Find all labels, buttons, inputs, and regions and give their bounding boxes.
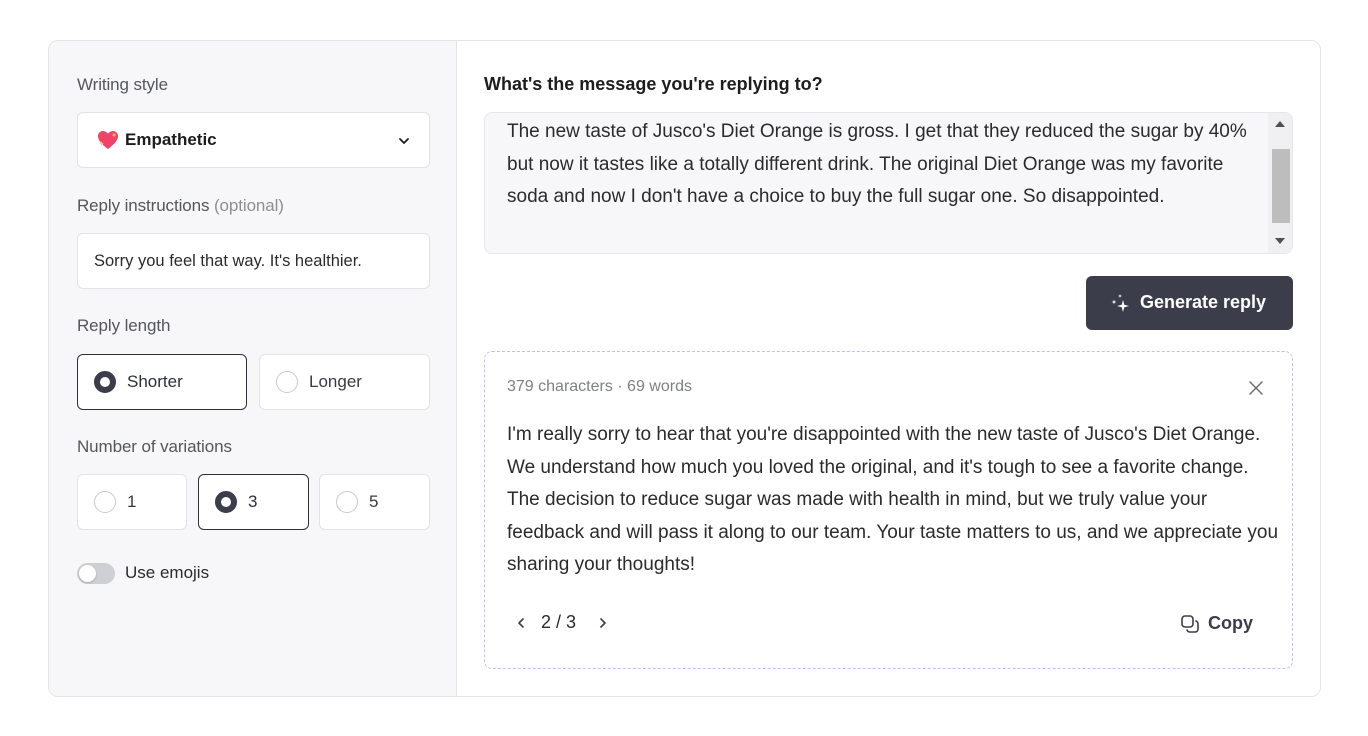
radio-selected-icon (215, 491, 237, 513)
variations-label: Number of variations (77, 437, 232, 456)
radio-unselected-icon (336, 491, 358, 513)
radio-selected-icon (94, 371, 116, 393)
option-label: 5 (369, 492, 379, 511)
scroll-up-arrow-icon[interactable] (1275, 121, 1285, 127)
variations-option-1[interactable]: 1 (77, 474, 187, 530)
writing-style-label: Writing style (77, 75, 168, 94)
scroll-down-arrow-icon[interactable] (1275, 238, 1285, 244)
reply-instructions-label-text: Reply instructions (77, 196, 210, 215)
option-label: Shorter (127, 372, 183, 391)
use-emojis-toggle[interactable] (77, 563, 115, 584)
reply-instructions-label: Reply instructions (optional) (77, 196, 284, 216)
reply-stats: 379 characters · 69 words (507, 378, 692, 395)
optional-hint: (optional) (214, 196, 284, 215)
generated-reply-card: 379 characters · 69 words I'm really sor… (484, 351, 1293, 669)
radio-unselected-icon (276, 371, 298, 393)
sparkling-heart-icon (98, 131, 118, 149)
generate-reply-label: Generate reply (1140, 292, 1267, 312)
radio-unselected-icon (94, 491, 116, 513)
scroll-thumb[interactable] (1272, 149, 1290, 223)
close-icon[interactable] (1248, 380, 1264, 396)
reply-text: I'm really sorry to hear that you're dis… (507, 424, 1279, 575)
message-scrollbar[interactable] (1268, 113, 1292, 253)
reply-instructions-input[interactable] (78, 234, 429, 288)
variations-option-5[interactable]: 5 (319, 474, 430, 530)
reply-length-shorter-option[interactable]: Shorter (77, 354, 247, 410)
use-emojis-label: Use emojis (125, 563, 210, 582)
toggle-knob (79, 565, 96, 582)
chevron-down-icon (399, 138, 409, 144)
writing-style-value: Empathetic (125, 130, 217, 149)
option-label: 1 (127, 492, 137, 511)
copy-label: Copy (1208, 613, 1253, 633)
copy-button[interactable]: Copy (1180, 612, 1260, 636)
variation-counter: 2 / 3 (541, 612, 577, 632)
option-label: Longer (309, 372, 362, 391)
variations-option-3[interactable]: 3 (198, 474, 309, 530)
chevron-left-icon[interactable] (513, 614, 529, 632)
reply-instructions-field[interactable] (77, 233, 430, 289)
reply-length-longer-option[interactable]: Longer (259, 354, 430, 410)
writing-style-select[interactable]: Empathetic (77, 112, 430, 168)
message-question-heading: What's the message you're replying to? (484, 74, 823, 94)
reply-generator-app: Writing style Empathetic Reply instructi… (48, 40, 1321, 697)
generate-reply-button[interactable]: Generate reply (1086, 276, 1293, 330)
option-label: 3 (248, 492, 258, 511)
main-panel: What's the message you're replying to? T… (457, 41, 1320, 696)
message-textarea[interactable]: The new taste of Jusco's Diet Orange is … (484, 112, 1293, 254)
reply-length-label: Reply length (77, 316, 171, 335)
copy-icon (1181, 615, 1199, 633)
sparkles-icon (1111, 294, 1129, 312)
settings-sidebar: Writing style Empathetic Reply instructi… (49, 41, 457, 696)
chevron-right-icon[interactable] (595, 614, 611, 632)
message-text[interactable]: The new taste of Jusco's Diet Orange is … (507, 116, 1262, 214)
